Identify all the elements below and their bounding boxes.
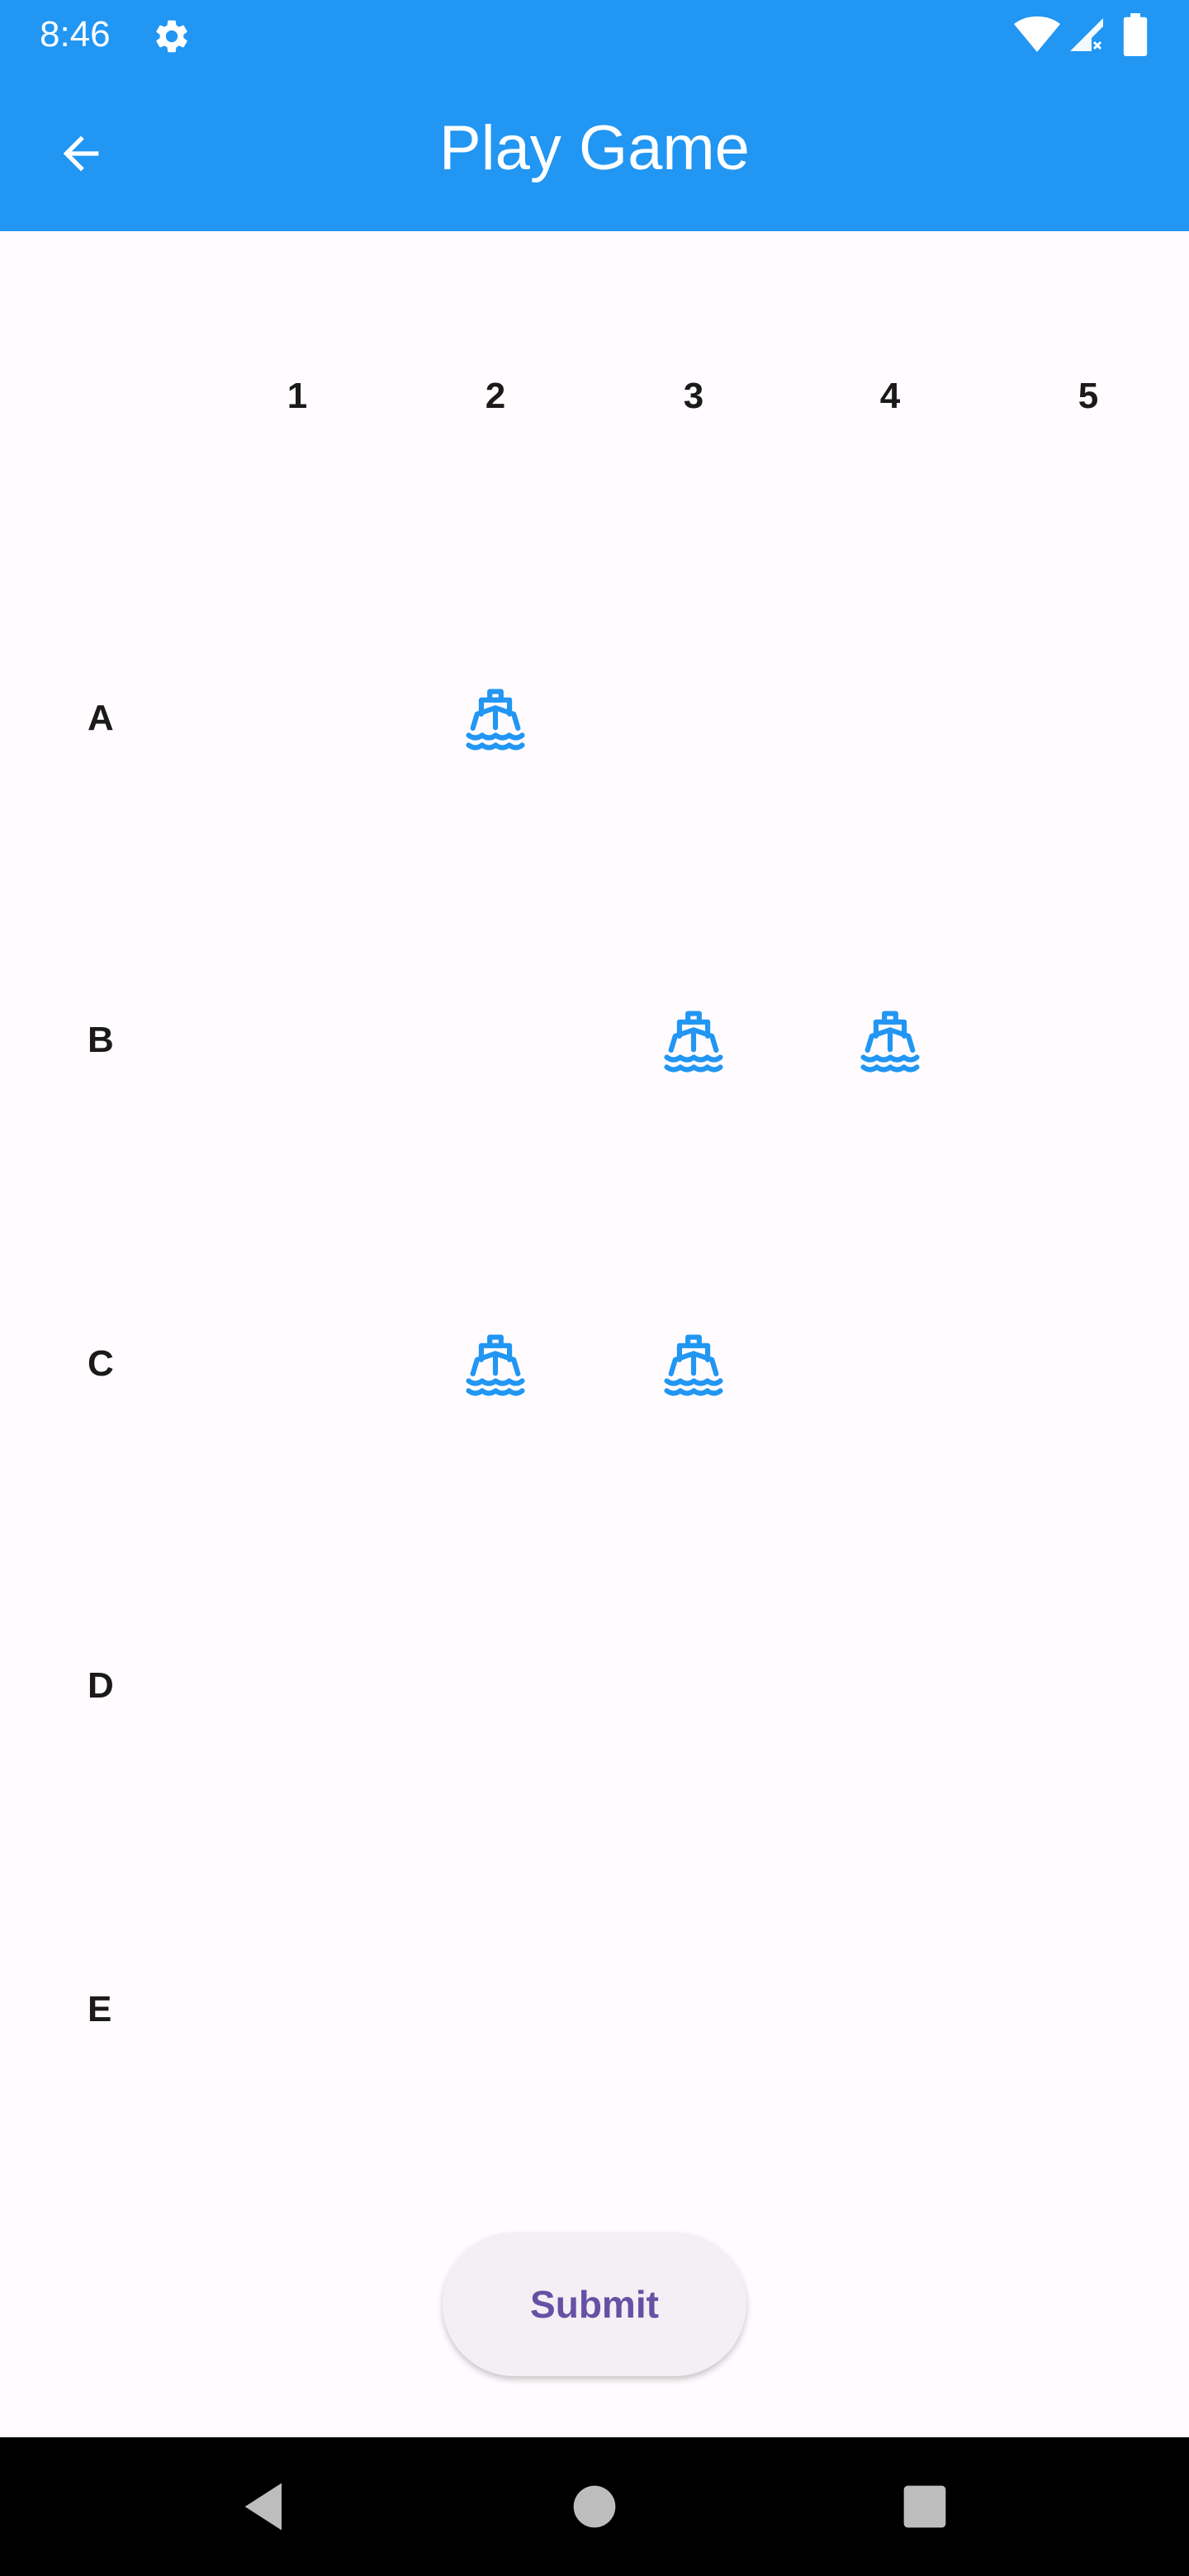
board-cell-a5[interactable] bbox=[997, 627, 1179, 809]
row-label: B bbox=[88, 1020, 114, 1060]
signal-icon bbox=[1070, 18, 1103, 51]
board-cell-c3[interactable] bbox=[603, 1273, 784, 1455]
board-cell-d5[interactable] bbox=[997, 1595, 1179, 1777]
board-cell-e4[interactable] bbox=[799, 1919, 981, 2100]
ship-icon bbox=[466, 689, 525, 751]
nav-home-icon[interactable] bbox=[563, 2475, 626, 2538]
board-cell-a3[interactable] bbox=[603, 627, 784, 809]
row-label: E bbox=[88, 1989, 112, 2029]
board-cell-c5[interactable] bbox=[997, 1273, 1179, 1455]
board-cell-a2[interactable] bbox=[405, 627, 586, 809]
board-cell-b5[interactable] bbox=[997, 949, 1179, 1131]
page-title: Play Game bbox=[439, 113, 750, 183]
ship-icon bbox=[860, 1011, 920, 1073]
board-cell-c4[interactable] bbox=[799, 1273, 981, 1455]
board-cell-e2[interactable] bbox=[405, 1919, 586, 2100]
status-bar: 8:46 bbox=[0, 0, 1189, 69]
gear-icon bbox=[156, 20, 187, 53]
column-header: 3 bbox=[683, 376, 704, 416]
column-header: 2 bbox=[485, 376, 506, 416]
board-cell-d4[interactable] bbox=[799, 1595, 981, 1777]
board-cell-b1[interactable] bbox=[206, 949, 388, 1131]
board-cell-b4[interactable] bbox=[799, 949, 981, 1131]
column-header: 1 bbox=[287, 376, 308, 416]
column-header: 4 bbox=[879, 376, 901, 416]
status-time: 8:46 bbox=[40, 14, 111, 54]
board-cell-b2[interactable] bbox=[405, 949, 586, 1131]
row-label: A bbox=[88, 698, 114, 738]
row-label: D bbox=[88, 1665, 114, 1706]
navigation-bar bbox=[0, 2437, 1189, 2576]
board-cell-b3[interactable] bbox=[603, 949, 784, 1131]
board-cell-e3[interactable] bbox=[603, 1919, 784, 2100]
ship-icon bbox=[664, 1334, 723, 1396]
wifi-icon bbox=[1014, 16, 1060, 52]
board-cell-e5[interactable] bbox=[997, 1919, 1179, 2100]
ship-icon bbox=[664, 1011, 723, 1073]
column-header: 5 bbox=[1078, 376, 1099, 416]
nav-back-icon[interactable] bbox=[234, 2475, 297, 2538]
board-cell-c2[interactable] bbox=[405, 1273, 586, 1455]
board-cell-d3[interactable] bbox=[603, 1595, 784, 1777]
ship-icon bbox=[466, 1334, 525, 1396]
app-bar: Play Game bbox=[0, 69, 1189, 231]
submit-button[interactable]: Submit bbox=[443, 2233, 746, 2376]
board-cell-e1[interactable] bbox=[206, 1919, 388, 2100]
board-cell-a4[interactable] bbox=[799, 627, 981, 809]
nav-recents-icon[interactable] bbox=[893, 2475, 956, 2538]
row-label: C bbox=[88, 1343, 114, 1384]
board-cell-d1[interactable] bbox=[206, 1595, 388, 1777]
game-board: 1 2 3 4 5 A B C D E bbox=[0, 231, 1189, 2163]
battery-icon bbox=[1123, 13, 1148, 56]
board-cell-c1[interactable] bbox=[206, 1273, 388, 1455]
board-cell-d2[interactable] bbox=[405, 1595, 586, 1777]
board-cell-a1[interactable] bbox=[206, 627, 388, 809]
